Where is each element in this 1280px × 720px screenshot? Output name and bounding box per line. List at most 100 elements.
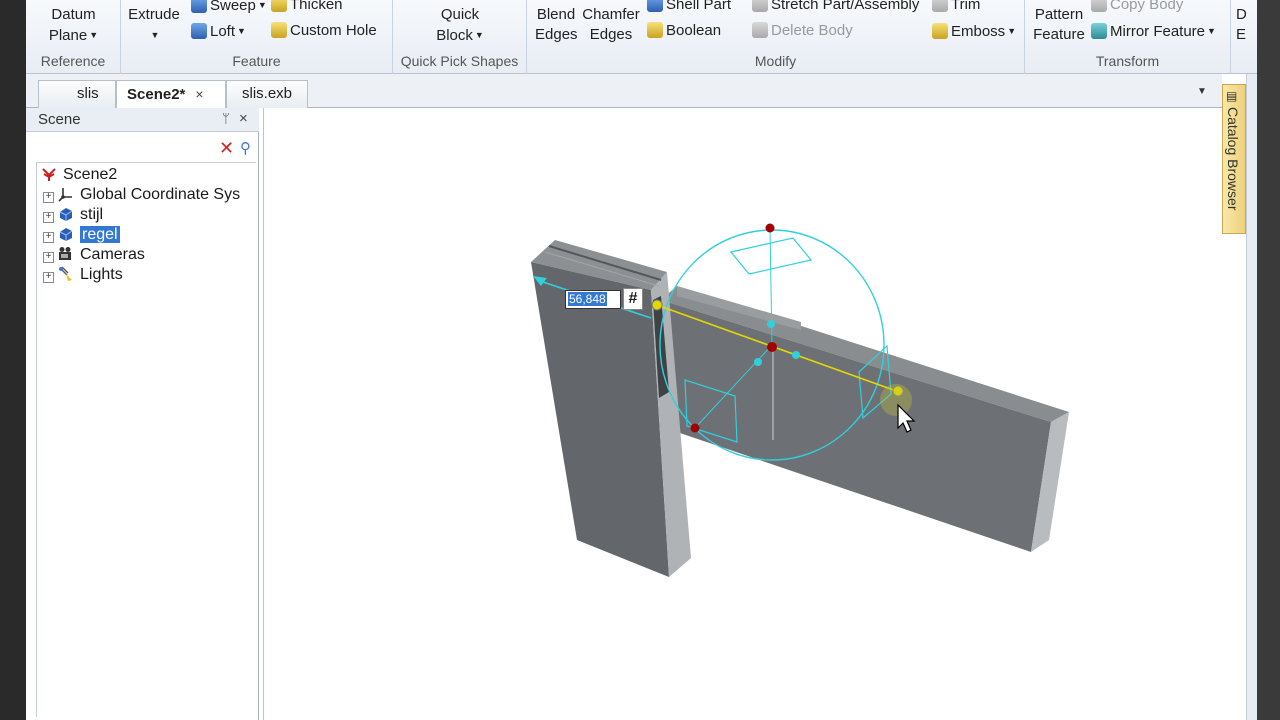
group-label-reference: Reference — [40, 53, 106, 69]
datum-plane-button[interactable]: Datum Plane ▼ — [26, 5, 121, 46]
tree-item-scene2[interactable]: Scene2 — [37, 165, 117, 185]
scene-panel-title: Scene — [38, 111, 81, 128]
axis-handle[interactable] — [792, 351, 800, 359]
tab-close-icon[interactable]: × — [195, 86, 203, 102]
blend-edges-button[interactable]: Blend Edges — [535, 5, 578, 45]
panel-close-icon[interactable]: × — [239, 110, 248, 127]
find-icon[interactable]: ⚲ — [240, 139, 251, 157]
copy-body-icon — [1091, 0, 1107, 12]
copy-body-label: Copy Body — [1110, 0, 1184, 13]
shell-part-icon — [647, 0, 663, 12]
tree-item-label: Global Coordinate Sys — [80, 186, 241, 203]
tree-item-lights[interactable]: + Lights — [37, 265, 123, 285]
thicken-button[interactable]: Thicken — [271, 0, 343, 15]
extrude-button[interactable]: Extrude ▼ — [124, 5, 184, 45]
stretch-icon — [752, 0, 768, 12]
blend-label-1: Blend — [536, 6, 576, 23]
expand-icon[interactable]: + — [43, 192, 54, 203]
delete-body-button[interactable]: Delete Body — [752, 21, 853, 41]
tab-slis[interactable]: slis — [38, 80, 116, 108]
tree-item-label: Lights — [80, 266, 123, 283]
catalog-browser-label: Catalog Browser — [1225, 107, 1241, 211]
tree-item-label: Scene2 — [63, 166, 118, 183]
quick-block-label-1: Quick — [440, 6, 480, 23]
regel-body[interactable] — [661, 286, 1069, 552]
ribbon-cutoff-button[interactable]: D E — [1236, 5, 1247, 45]
ribbon-group-reference: Datum Plane ▼ Reference — [26, 0, 121, 74]
group-label-quick-pick: Quick Pick Shapes — [400, 53, 519, 69]
extrude-label: Extrude — [128, 6, 180, 23]
emboss-button[interactable]: Emboss ▼ — [932, 21, 1016, 42]
emboss-label: Emboss — [951, 23, 1006, 40]
expand-icon[interactable]: + — [43, 212, 54, 223]
tree-item-label: Cameras — [80, 246, 145, 263]
hover-highlight — [880, 384, 912, 416]
tab-slis-exb[interactable]: slis.exb — [226, 80, 308, 108]
dimension-input[interactable]: 56,848 — [565, 290, 621, 309]
scene-canvas[interactable] — [264, 108, 1223, 720]
trim-icon — [932, 0, 948, 12]
trim-label: Trim — [951, 0, 981, 13]
clear-filter-icon[interactable]: ✕ — [219, 138, 234, 158]
expand-icon[interactable]: + — [43, 232, 54, 243]
dimension-value: 56,848 — [568, 292, 607, 306]
axis-handle[interactable] — [767, 320, 775, 328]
rotate-handle-top[interactable] — [765, 223, 775, 233]
stretch-button[interactable]: Stretch Part/Assembly — [752, 0, 919, 15]
custom-hole-button[interactable]: Custom Hole — [271, 21, 377, 41]
scene-tree: Scene2 + Global Coordinate Sys + stijl +… — [36, 162, 256, 717]
custom-hole-label: Custom Hole — [290, 22, 377, 39]
dimension-start-handle[interactable] — [651, 299, 663, 311]
tree-item-global-coordinate-system[interactable]: + Global Coordinate Sys — [37, 185, 240, 205]
scene-icon — [41, 166, 57, 182]
tab-scene2[interactable]: Scene2* × — [116, 80, 226, 109]
tree-item-regel[interactable]: + regel — [37, 225, 120, 245]
sweep-label: Sweep — [210, 0, 256, 14]
pattern-feature-button[interactable]: Pattern Feature — [1029, 5, 1089, 45]
pattern-label-2: Feature — [1033, 26, 1085, 43]
shell-part-label: Shell Part — [666, 0, 732, 13]
boolean-icon — [647, 22, 663, 38]
datum-plane-label-1: Datum — [51, 6, 96, 23]
ribbon: Datum Plane ▼ Reference Extrude ▼ Sweep ▼ … — [26, 0, 1257, 74]
catalog-icon: ▤ — [1226, 89, 1238, 103]
expand-icon[interactable]: + — [43, 272, 54, 283]
tree-item-stijl[interactable]: + stijl — [37, 205, 103, 225]
light-icon — [58, 266, 74, 282]
catalog-browser-tab[interactable]: ▤ Catalog Browser — [1222, 84, 1246, 234]
mirror-feature-button[interactable]: Mirror Feature ▼ — [1091, 21, 1216, 42]
copy-body-button[interactable]: Copy Body — [1091, 0, 1183, 15]
ribbon-group-transform: Pattern Feature Copy Body Mirror Feature… — [1025, 0, 1231, 74]
shell-part-button[interactable]: Shell Part — [647, 0, 731, 15]
axis-handle[interactable] — [754, 358, 762, 366]
tab-label: Scene2* — [127, 86, 186, 103]
3d-viewport[interactable]: 56,848 # — [263, 108, 1222, 720]
dimension-lock-button[interactable]: # — [623, 288, 643, 310]
blend-label-2: Edges — [535, 26, 578, 43]
chamfer-label-2: Edges — [589, 26, 633, 43]
tree-toolbar: ✕ ⚲ — [34, 138, 254, 160]
loft-icon — [191, 23, 207, 39]
ribbon-group-feature: Extrude ▼ Sweep ▼ Loft ▼ Thicken Custom Ho… — [121, 0, 393, 74]
boolean-button[interactable]: Boolean — [647, 21, 721, 41]
manipulator-center-handle[interactable] — [767, 342, 777, 352]
extrude-caret: ▼ — [150, 30, 160, 40]
loft-button[interactable]: Loft ▼ — [191, 21, 246, 42]
pin-icon[interactable]: ᛘ — [222, 111, 230, 126]
scene-panel: Scene ᛘ × ✕ ⚲ Scene2 + Global Coordinate… — [26, 108, 259, 720]
chamfer-edges-button[interactable]: Chamfer Edges — [580, 5, 642, 45]
expand-icon[interactable]: + — [43, 252, 54, 263]
ribbon-group-quick-pick: Quick Block ▼ Quick Pick Shapes — [393, 0, 527, 74]
tree-item-cameras[interactable]: + Cameras — [37, 245, 145, 265]
tab-label: slis.exb — [241, 85, 293, 102]
thicken-icon — [271, 0, 287, 12]
tab-list-dropdown-icon[interactable]: ▼ — [1197, 86, 1207, 97]
trim-button[interactable]: Trim — [932, 0, 980, 15]
sweep-button[interactable]: Sweep ▼ — [191, 0, 267, 16]
loft-label: Loft — [210, 23, 236, 40]
datum-plane-label-2: Plane ▼ — [48, 27, 99, 44]
quick-block-button[interactable]: Quick Block ▼ — [393, 5, 527, 46]
sweep-icon — [191, 0, 207, 13]
group-label-transform: Transform — [1095, 53, 1160, 69]
rotate-handle-bottom[interactable] — [690, 423, 700, 433]
